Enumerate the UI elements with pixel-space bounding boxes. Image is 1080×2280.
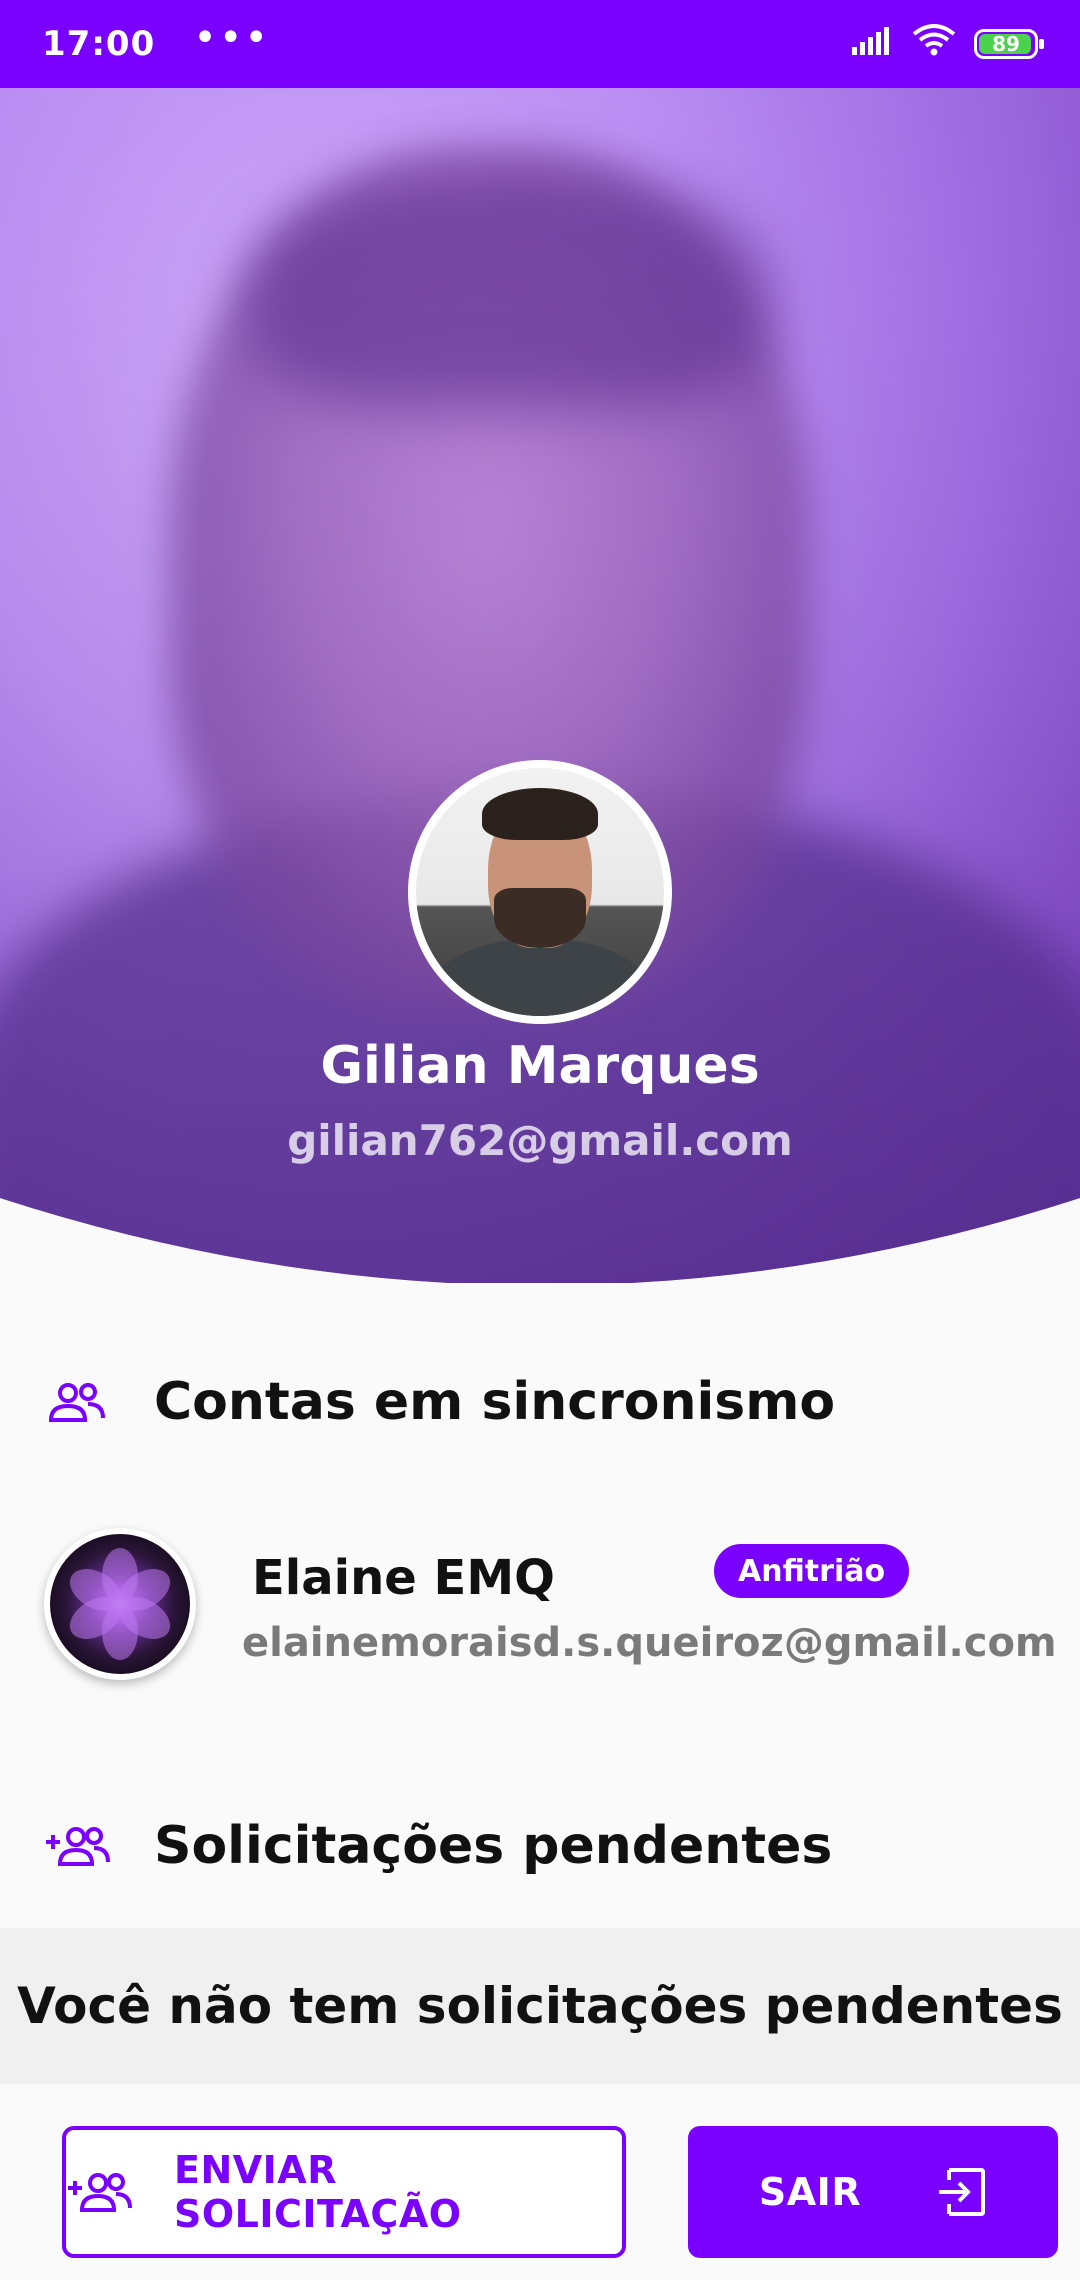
profile-email: gilian762@gmail.com: [287, 1116, 793, 1165]
group-icon: [44, 1377, 110, 1427]
status-time: 17:00: [42, 24, 156, 64]
profile-name: Gilian Marques: [320, 1036, 760, 1096]
wifi-icon: [912, 23, 956, 65]
sync-account-row[interactable]: Elaine EMQ Anfitrião elainemoraisd.s.que…: [44, 1528, 1057, 1688]
exit-button[interactable]: SAIR: [688, 2126, 1058, 2258]
sync-section-title: Contas em sincronismo: [154, 1372, 836, 1432]
signal-icon: [852, 24, 894, 64]
status-icons: 89: [852, 23, 1044, 65]
exit-icon: [935, 2166, 987, 2218]
profile-avatar[interactable]: [408, 760, 672, 1024]
account-avatar: [44, 1528, 196, 1680]
send-request-button[interactable]: ENVIAR SOLICITAÇÃO: [62, 2126, 626, 2258]
sync-section-header: Contas em sincronismo: [44, 1372, 835, 1432]
profile-header-background: [0, 88, 1080, 1283]
group-add-icon: [66, 2172, 132, 2212]
pending-section-header: Solicitações pendentes: [44, 1816, 832, 1876]
send-request-label: ENVIAR SOLICITAÇÃO: [174, 2148, 462, 2236]
battery-icon: 89: [974, 29, 1044, 59]
group-add-icon: [44, 1821, 110, 1871]
status-bar: 17:00 ••• 89: [0, 0, 1080, 88]
account-email: elainemoraisd.s.queiroz@gmail.com: [242, 1620, 1057, 1666]
battery-level: 89: [992, 32, 1020, 56]
pending-empty-message: Você não tem solicitações pendentes: [0, 1928, 1080, 2084]
status-more-indicator: •••: [193, 15, 271, 61]
exit-label: SAIR: [758, 2170, 862, 2214]
host-badge: Anfitrião: [714, 1544, 910, 1598]
account-name: Elaine EMQ: [252, 1550, 555, 1606]
pending-section-title: Solicitações pendentes: [154, 1816, 833, 1876]
